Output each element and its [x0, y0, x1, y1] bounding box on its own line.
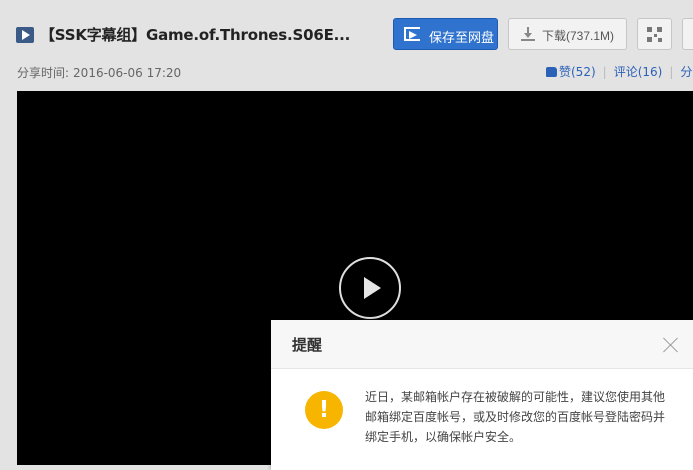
warning-icon: !: [305, 391, 343, 429]
share-link[interactable]: 分: [680, 65, 692, 79]
qr-code-button[interactable]: [637, 18, 672, 50]
share-time-value: 2016-06-06 17:20: [73, 66, 182, 80]
more-button[interactable]: [682, 18, 693, 50]
dialog-header: 提醒: [271, 320, 693, 369]
thumbs-up-icon: [546, 67, 557, 77]
download-button-label: 下载(737.1M): [542, 29, 615, 43]
share-actions: 赞(52) | 评论(16) | 分: [546, 63, 692, 80]
download-icon-base: [521, 39, 535, 41]
play-button[interactable]: [339, 257, 401, 319]
dialog-title: 提醒: [292, 336, 323, 354]
divider: |: [669, 65, 674, 79]
comment-link[interactable]: 评论(16): [614, 65, 663, 79]
like-label: 赞(52): [559, 65, 596, 79]
share-time: 分享时间: 2016-06-06 17:20: [17, 64, 181, 81]
like-link[interactable]: 赞(52): [546, 65, 596, 79]
close-icon[interactable]: [663, 337, 679, 353]
qr-code-icon: [647, 27, 662, 42]
divider: |: [602, 65, 607, 79]
save-to-cloud-icon: [404, 27, 420, 41]
file-title: 【SSK字幕组】Game.of.Thrones.S06E...: [40, 26, 351, 44]
reminder-dialog: 提醒 ! 近日，某邮箱帐户存在被破解的可能性，建议您使用其他邮箱绑定百度帐号，或…: [271, 320, 693, 470]
save-button-label: 保存至网盘: [429, 30, 495, 45]
dialog-message: 近日，某邮箱帐户存在被破解的可能性，建议您使用其他邮箱绑定百度帐号，或及时修改您…: [365, 390, 666, 444]
video-file-icon: [16, 27, 34, 43]
share-meta: 分享时间: 2016-06-06 17:20 赞(52) | 评论(16) | 分: [0, 62, 693, 82]
download-button[interactable]: 下载(737.1M): [508, 18, 627, 50]
share-time-label: 分享时间:: [17, 66, 70, 80]
save-to-cloud-button[interactable]: 保存至网盘: [393, 18, 498, 50]
file-header: 【SSK字幕组】Game.of.Thrones.S06E... 保存至网盘 下载…: [0, 14, 693, 54]
